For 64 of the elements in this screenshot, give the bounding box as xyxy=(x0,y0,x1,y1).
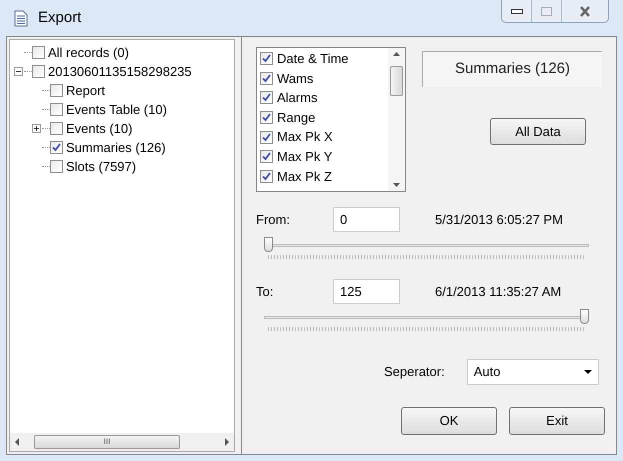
checkmark-icon xyxy=(262,74,271,83)
dialog-button[interactable]: Exit xyxy=(509,407,605,435)
slider-thumb[interactable] xyxy=(580,309,589,324)
field-option[interactable]: Max Pk X xyxy=(277,127,333,147)
checkbox[interactable] xyxy=(260,130,273,144)
checkbox[interactable] xyxy=(260,91,273,104)
expander-icon[interactable] xyxy=(32,124,40,133)
dropdown-arrow-icon xyxy=(584,370,592,374)
scroll-left-icon[interactable] xyxy=(14,438,20,446)
checkbox[interactable] xyxy=(50,84,63,97)
checkmark-icon xyxy=(52,143,61,152)
tree-item[interactable]: All records (0) xyxy=(48,42,129,62)
scrollbar-thumb[interactable]: III xyxy=(34,435,180,449)
checkmark-icon xyxy=(262,172,271,181)
checkmark-icon xyxy=(262,113,271,122)
separator-label: Seperator: xyxy=(384,363,445,382)
field-option[interactable]: Wams xyxy=(277,68,314,88)
scroll-up-icon[interactable] xyxy=(393,52,400,56)
checkbox[interactable] xyxy=(260,52,273,66)
checkmark-icon xyxy=(262,152,271,162)
index-field[interactable]: 125 xyxy=(333,279,400,304)
expander-icon[interactable] xyxy=(14,67,22,76)
checkbox[interactable] xyxy=(260,150,273,164)
all-data-button[interactable]: All Data xyxy=(490,118,586,145)
scroll-down-icon[interactable] xyxy=(393,183,400,187)
window-title: Export xyxy=(38,8,82,28)
slider-thumb[interactable] xyxy=(264,237,273,252)
tree-item[interactable]: Summaries (126) xyxy=(66,138,166,158)
timestamp-text: 5/31/2013 6:05:27 PM xyxy=(435,210,563,229)
checkbox[interactable] xyxy=(32,46,45,59)
checkmark-icon xyxy=(262,93,271,102)
timestamp-text: 6/1/2013 11:35:27 AM xyxy=(435,282,562,301)
field-option[interactable]: Date & Time xyxy=(277,49,349,69)
checkbox[interactable] xyxy=(50,122,63,135)
range-label: From: xyxy=(256,210,291,229)
checkbox[interactable] xyxy=(260,111,273,124)
checkbox[interactable] xyxy=(50,160,63,173)
scrollbar-thumb[interactable] xyxy=(390,66,403,96)
summary-label: Summaries (126) xyxy=(422,51,602,87)
tree-item[interactable]: Events (10) xyxy=(66,118,132,138)
checkbox[interactable] xyxy=(32,65,45,78)
tree-item[interactable]: Events Table (10) xyxy=(66,100,167,120)
checkbox[interactable] xyxy=(260,72,273,85)
field-option[interactable]: Max Pk Z xyxy=(277,166,332,186)
field-option[interactable]: Range xyxy=(277,108,316,128)
checkbox[interactable] xyxy=(50,103,63,116)
document-icon xyxy=(14,10,28,26)
vertical-scrollbar[interactable] xyxy=(388,48,405,191)
checkmark-icon xyxy=(262,132,271,142)
checkmark-icon xyxy=(262,54,271,64)
tree-item[interactable]: 20130601135158298235 xyxy=(48,62,192,82)
close-icon xyxy=(579,6,591,16)
separator-dropdown[interactable]: Auto xyxy=(466,359,599,385)
horizontal-scrollbar[interactable]: III xyxy=(10,433,234,451)
dialog-button[interactable]: OK xyxy=(401,407,497,435)
index-field[interactable]: 0 xyxy=(333,207,400,232)
checkbox[interactable] xyxy=(50,141,63,154)
range-label: To: xyxy=(256,282,274,301)
field-option[interactable]: Max Pk Y xyxy=(277,147,332,167)
checkbox[interactable] xyxy=(260,170,273,183)
scroll-right-icon[interactable] xyxy=(224,438,230,446)
tree-item[interactable]: Slots (7597) xyxy=(66,156,136,176)
tree-item[interactable]: Report xyxy=(66,80,106,100)
field-option[interactable]: Alarms xyxy=(277,88,318,108)
